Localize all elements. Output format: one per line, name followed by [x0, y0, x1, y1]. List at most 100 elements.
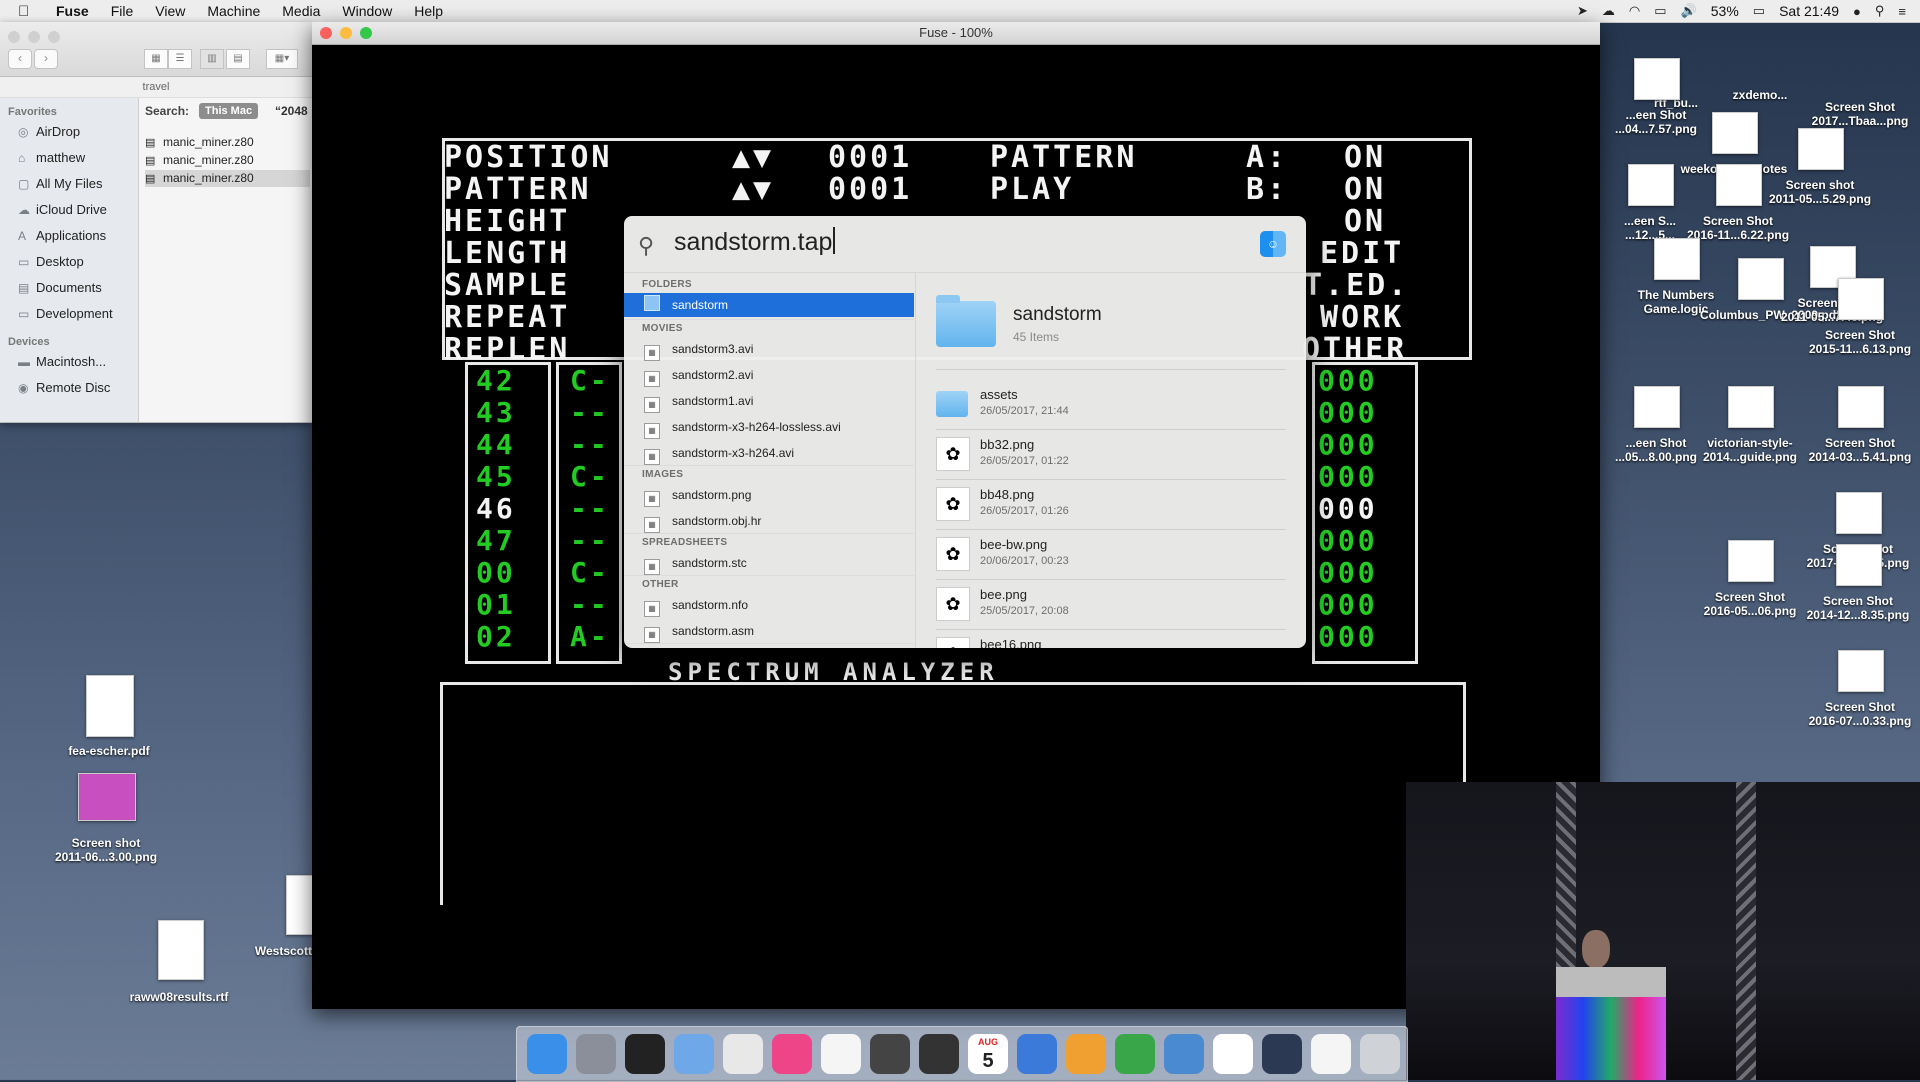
preview-file-row[interactable]: ✿ bb48.png 26/05/2017, 01:26	[936, 481, 1296, 531]
arrows-pattern[interactable]: ▲▼	[732, 172, 774, 207]
sidebar-item-airdrop[interactable]: ◎ AirDrop	[18, 122, 80, 142]
spotlight-result[interactable]: ▦ sandstorm3.avi	[624, 337, 914, 361]
spotlight-result[interactable]: ▦ sandstorm-x3-h264.avi	[624, 441, 914, 465]
list-view-button[interactable]: ☰	[168, 49, 192, 69]
preview-file-row[interactable]: assets 26/05/2017, 21:44	[936, 381, 1296, 431]
desktop-thumbnail[interactable]	[1728, 540, 1774, 582]
menu-app-fuse[interactable]: Fuse	[56, 3, 89, 19]
desktop-thumbnail[interactable]	[1838, 278, 1884, 320]
icon-view-button[interactable]: ▦	[144, 49, 168, 69]
file-row-selected[interactable]: ▤ manic_miner.z80	[145, 170, 310, 187]
sidebar-item-matthew[interactable]: ⌂ matthew	[18, 148, 85, 168]
desktop-icon[interactable]: Screen Shot 2014-03...5.41.png	[1800, 436, 1920, 464]
preview-file-row[interactable]: ✿ bee.png 25/05/2017, 20:08	[936, 581, 1296, 631]
slack-icon[interactable]	[1213, 1034, 1253, 1074]
spotlight-result[interactable]: ▦ sandstorm1.avi	[624, 389, 914, 413]
document-thumbnail[interactable]	[286, 875, 314, 935]
clock[interactable]: Sat 21:49	[1779, 3, 1839, 19]
terminal-icon[interactable]	[625, 1034, 665, 1074]
column-view-button[interactable]: ▥	[200, 49, 224, 69]
screenshot-thumbnail[interactable]	[78, 773, 136, 821]
desktop-thumbnail[interactable]	[1838, 386, 1884, 428]
numbers-icon[interactable]	[1115, 1034, 1155, 1074]
document-icon[interactable]	[1311, 1034, 1351, 1074]
user-icon[interactable]: ●	[1853, 4, 1861, 19]
sidebar-item-documents[interactable]: ▤ Documents	[18, 278, 102, 298]
cloud-icon[interactable]: ☁	[1602, 3, 1615, 19]
sidebar-item-remote-disc[interactable]: ◉ Remote Disc	[18, 378, 110, 398]
spotlight-result[interactable]: ▦ sandstorm.png	[624, 483, 914, 507]
spotlight-result[interactable]: ▦ sandstorm-x3-h264-lossless.avi	[624, 415, 914, 439]
desktop-icon-raww08results[interactable]: raww08results.rtf	[119, 990, 239, 1004]
sublime-icon[interactable]	[870, 1034, 910, 1074]
desktop-icon-westscott[interactable]: Westscott	[220, 944, 312, 958]
network-icon[interactable]	[1017, 1034, 1057, 1074]
wifi-icon[interactable]: ◠	[1629, 3, 1640, 19]
spotlight-icon[interactable]: ⚲	[1875, 3, 1885, 19]
sidebar-item-all-my-files[interactable]: ▢ All My Files	[18, 174, 102, 194]
desktop-thumbnail[interactable]	[1654, 238, 1700, 280]
finder-icon[interactable]: ☺	[1260, 231, 1286, 257]
file-row[interactable]: ▤ manic_miner.z80	[145, 134, 254, 151]
pdf-thumbnail[interactable]	[86, 675, 134, 737]
desktop-icon[interactable]: Screen Shot 2014-12...8.35.png	[1798, 594, 1918, 622]
preview-file-row[interactable]: ✿ bee16.png	[936, 631, 1296, 648]
menu-machine[interactable]: Machine	[207, 3, 260, 19]
forward-button[interactable]: ›	[34, 49, 58, 69]
sidebar-item-applications[interactable]: A Applications	[18, 226, 106, 246]
desktop-thumbnail[interactable]	[1634, 58, 1680, 100]
calendar-icon[interactable]: AUG 5	[968, 1034, 1008, 1074]
textedit-icon[interactable]	[821, 1034, 861, 1074]
steam-icon[interactable]	[1262, 1034, 1302, 1074]
sidebar-item-development[interactable]: ▭ Development	[18, 304, 113, 324]
menu-help[interactable]: Help	[414, 3, 443, 19]
battery-percent[interactable]: 53%	[1711, 3, 1739, 19]
menu-media[interactable]: Media	[282, 3, 320, 19]
desktop-thumbnail[interactable]	[1836, 492, 1882, 534]
menu-view[interactable]: View	[155, 3, 185, 19]
chrome-icon[interactable]	[723, 1034, 763, 1074]
close-button[interactable]	[8, 31, 20, 43]
minimize-button[interactable]	[28, 31, 40, 43]
desktop-thumbnail[interactable]	[1838, 650, 1884, 692]
spotlight-result[interactable]: ▦ sandstorm.asm	[624, 619, 914, 643]
apple-menu-icon[interactable]: 	[18, 3, 40, 20]
search-query[interactable]: “2048	[275, 98, 308, 124]
pages-icon[interactable]	[1066, 1034, 1106, 1074]
preview-file-row[interactable]: ✿ bb32.png 26/05/2017, 01:22	[936, 431, 1296, 481]
file-row[interactable]: ▤ manic_miner.z80	[145, 152, 254, 169]
minimize-button[interactable]	[340, 27, 352, 39]
desktop-thumbnail[interactable]	[1712, 112, 1758, 154]
keynote-icon[interactable]	[1164, 1034, 1204, 1074]
back-button[interactable]: ‹	[8, 49, 32, 69]
desktop-icon[interactable]: victorian-style- 2014...guide.png	[1690, 436, 1810, 464]
desktop-icon[interactable]: Screen Shot 2016-07...0.33.png	[1800, 700, 1920, 728]
this-mac-scope-button[interactable]: This Mac	[199, 103, 259, 119]
menu-file[interactable]: File	[111, 3, 134, 19]
spotlight-search-input[interactable]: sandstorm.tap	[674, 227, 836, 257]
desktop-icon[interactable]: Screen Shot 2017...Tbaa...png	[1800, 100, 1920, 128]
desktop-thumbnail[interactable]	[1836, 544, 1882, 586]
battery-icon[interactable]: ▭	[1753, 3, 1765, 19]
zoom-button[interactable]	[360, 27, 372, 39]
sidebar-item-desktop[interactable]: ▭ Desktop	[18, 252, 84, 272]
arrows-position[interactable]: ▲▼	[732, 140, 774, 175]
itunes-icon[interactable]	[772, 1034, 812, 1074]
keyboard-icon[interactable]	[919, 1034, 959, 1074]
notification-center-icon[interactable]: ≡	[1898, 4, 1906, 19]
sidebar-item-icloud-drive[interactable]: ☁ iCloud Drive	[18, 200, 107, 220]
spotlight-result[interactable]: ▦ sandstorm.stc	[624, 551, 914, 575]
spotlight-result[interactable]: sandstorm	[624, 293, 914, 317]
spotlight-result[interactable]: ▦ sandstorm.nfo	[624, 593, 914, 617]
finder-icon[interactable]	[527, 1034, 567, 1074]
desktop-thumbnail[interactable]	[1634, 386, 1680, 428]
desktop-thumbnail[interactable]	[1738, 258, 1784, 300]
menu-window[interactable]: Window	[342, 3, 392, 19]
launchpad-icon[interactable]	[576, 1034, 616, 1074]
volume-icon[interactable]: 🔊	[1681, 3, 1697, 19]
zoom-button[interactable]	[48, 31, 60, 43]
arrange-button[interactable]: ▦▾	[266, 49, 298, 69]
desktop-icon[interactable]: ...een Shot ...04...7.57.png	[1596, 108, 1716, 136]
desktop-icon-fea-escher[interactable]: fea-escher.pdf	[49, 744, 169, 758]
desktop-thumbnail[interactable]	[1728, 386, 1774, 428]
